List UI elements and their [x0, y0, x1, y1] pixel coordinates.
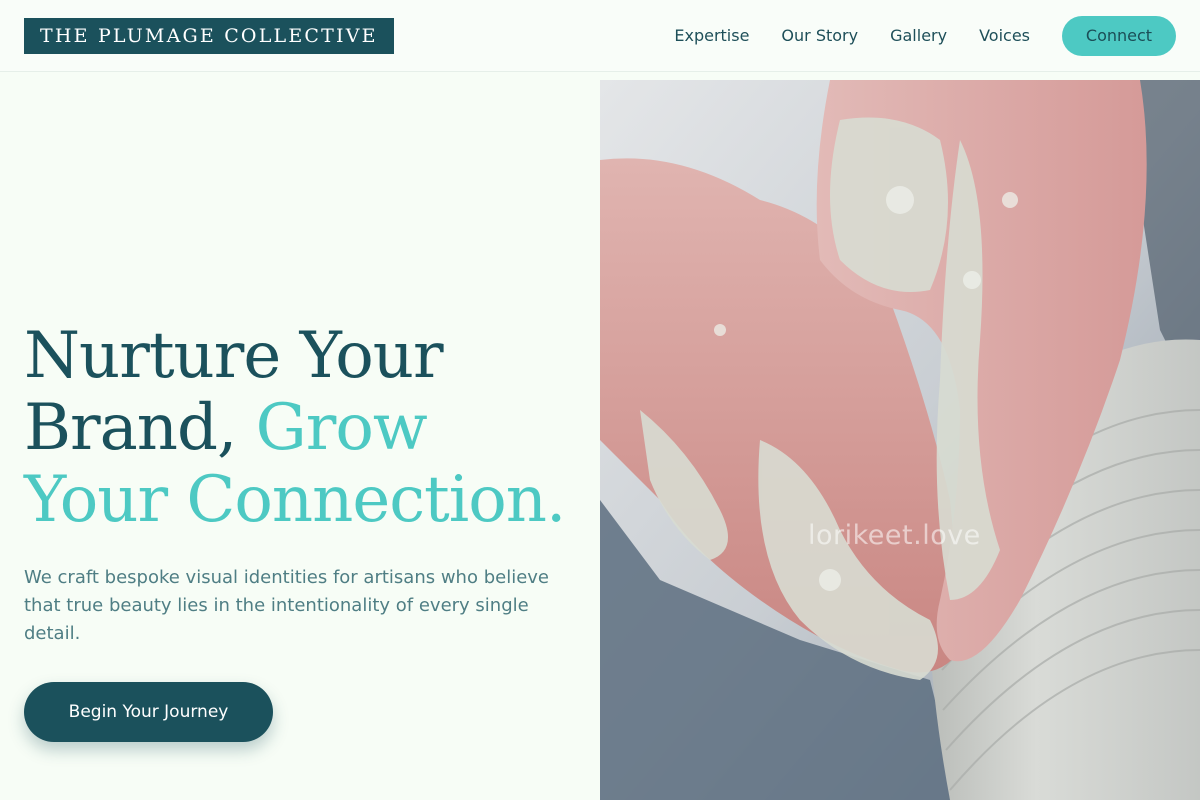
- hero-subtext: We craft bespoke visual identities for a…: [24, 567, 549, 644]
- hero-headline: Nurture Your Brand, Grow Your Connection…: [24, 320, 584, 536]
- nav-link-voices[interactable]: Voices: [979, 26, 1030, 45]
- hero-content: Nurture Your Brand, Grow Your Connection…: [24, 320, 584, 742]
- begin-journey-button[interactable]: Begin Your Journey: [24, 682, 273, 742]
- main-nav: Expertise Our Story Gallery Voices Conne…: [674, 15, 1176, 56]
- nav-link-expertise[interactable]: Expertise: [674, 26, 749, 45]
- brand-logo[interactable]: THE PLUMAGE COLLECTIVE: [24, 17, 394, 54]
- hero-image: lorikeet.love: [600, 80, 1200, 800]
- nav-link-our-story[interactable]: Our Story: [781, 26, 858, 45]
- pottery-hands-photo: [600, 80, 1200, 800]
- site-header: THE PLUMAGE COLLECTIVE Expertise Our Sto…: [0, 0, 1200, 72]
- nav-link-gallery[interactable]: Gallery: [890, 26, 947, 45]
- connect-button[interactable]: Connect: [1062, 15, 1176, 56]
- image-watermark: lorikeet.love: [808, 520, 981, 551]
